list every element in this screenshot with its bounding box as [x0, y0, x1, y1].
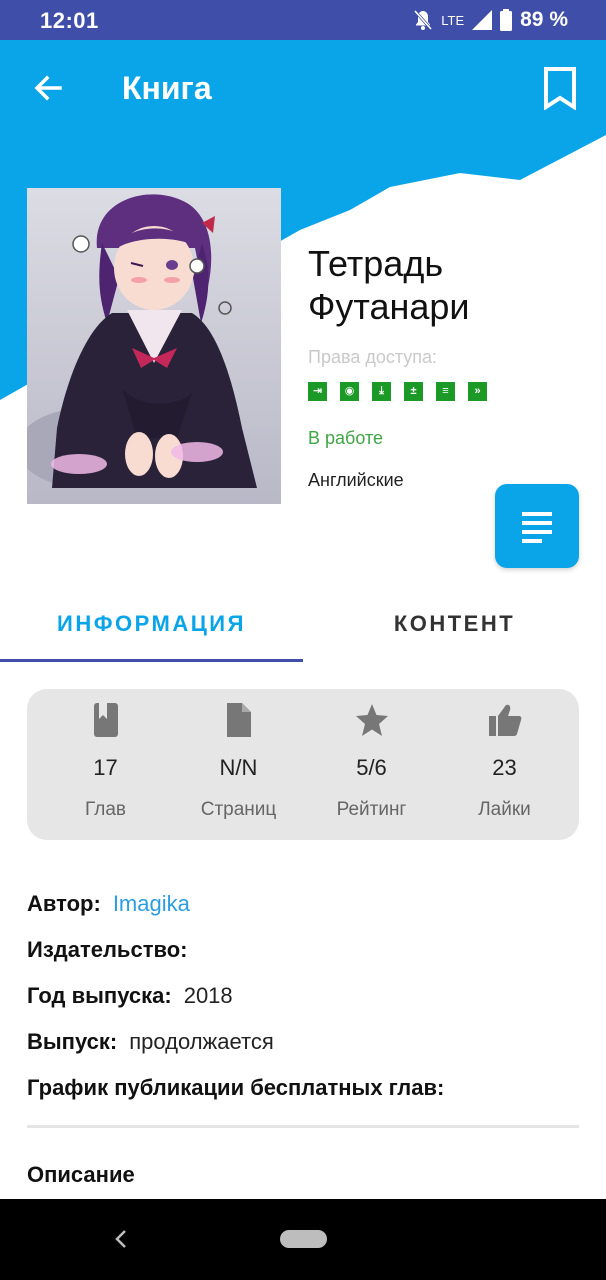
stat-value: 17 — [93, 755, 118, 780]
thumb-up-icon — [488, 704, 521, 736]
tab-indicator — [0, 659, 303, 662]
nav-back-icon[interactable] — [110, 1227, 132, 1251]
stat-label: Рейтинг — [336, 799, 407, 820]
info-key: Издательство: — [27, 937, 188, 962]
comment-icon: ≡ — [436, 382, 455, 401]
info-value: продолжается — [129, 1029, 274, 1054]
stat-label: Страниц — [200, 799, 277, 820]
book-icon — [93, 703, 118, 737]
battery-level: 89 % — [520, 8, 568, 31]
tab-bar: ИНФОРМАЦИЯ КОНТЕНТ — [0, 585, 606, 662]
description-heading: Описание — [27, 1162, 135, 1187]
star-icon — [355, 704, 388, 736]
author-link[interactable]: Imagika — [113, 891, 190, 917]
document-icon — [226, 703, 251, 737]
divider — [27, 1125, 579, 1128]
tab-information[interactable]: ИНФОРМАЦИЯ — [0, 585, 303, 662]
bookmark-icon[interactable] — [540, 66, 580, 110]
stats-card: 17 Глав N/N Страниц 5/6 Рейтинг 23 Лайки — [27, 689, 579, 840]
network-type: LTE — [441, 12, 465, 28]
eye-icon: ◉ — [340, 382, 359, 401]
book-status: В работе — [308, 428, 384, 448]
permission-icons: ⇥ ◉ ⤓ ± ≡ » — [308, 382, 487, 401]
info-row-publisher: Издательство: — [27, 927, 579, 973]
stat-chapters: 17 Глав — [39, 689, 172, 840]
book-cover-image[interactable] — [27, 188, 281, 504]
download-icon: ⤓ — [372, 382, 391, 401]
arrow-back-icon[interactable] — [28, 68, 68, 108]
stat-label: Глав — [85, 799, 126, 820]
tab-content[interactable]: КОНТЕНТ — [303, 585, 606, 662]
stat-rating: 5/6 Рейтинг — [305, 689, 438, 840]
info-key: Автор: — [27, 891, 101, 916]
nav-home-pill[interactable] — [280, 1230, 327, 1248]
info-row-schedule: График публикации бесплатных глав: — [27, 1065, 579, 1111]
info-row-release: Выпуск: продолжается — [27, 1019, 579, 1065]
info-key: Год выпуска: — [27, 983, 172, 1008]
book-language: Английские — [308, 470, 404, 490]
book-title: Тетрадь Футанари — [308, 243, 470, 327]
stat-value: 23 — [492, 755, 517, 780]
info-key: Выпуск: — [27, 1029, 118, 1054]
list-icon — [522, 512, 552, 548]
book-info: Автор: Imagika Издательство: Год выпуска… — [27, 881, 579, 1111]
info-key: График публикации бесплатных глав: — [27, 1075, 445, 1100]
read-button[interactable] — [495, 484, 579, 568]
stat-label: Лайки — [478, 799, 531, 820]
page-title: Книга — [122, 70, 212, 106]
forward-icon: » — [468, 382, 487, 401]
info-row-year: Год выпуска: 2018 — [27, 973, 579, 1019]
status-bar: 12:01 LTE 89 % — [0, 0, 606, 40]
system-nav-bar — [0, 1199, 606, 1280]
access-rights-label: Права доступа: — [308, 347, 438, 367]
status-icons: LTE 89 % — [413, 8, 568, 32]
info-value: 2018 — [183, 983, 233, 1008]
battery-icon — [500, 9, 513, 31]
stat-value: N/N — [219, 755, 258, 780]
notifications-off-icon — [414, 10, 433, 30]
stat-likes: 23 Лайки — [438, 689, 571, 840]
app-bar: Книга — [0, 40, 606, 135]
login-icon: ⇥ — [308, 382, 327, 401]
status-time: 12:01 — [40, 8, 99, 33]
stat-value: 5/6 — [356, 755, 387, 780]
stat-pages: N/N Страниц — [172, 689, 305, 840]
info-row-author: Автор: Imagika — [27, 881, 579, 927]
plus-minus-icon: ± — [404, 382, 423, 401]
signal-icon — [472, 10, 493, 30]
